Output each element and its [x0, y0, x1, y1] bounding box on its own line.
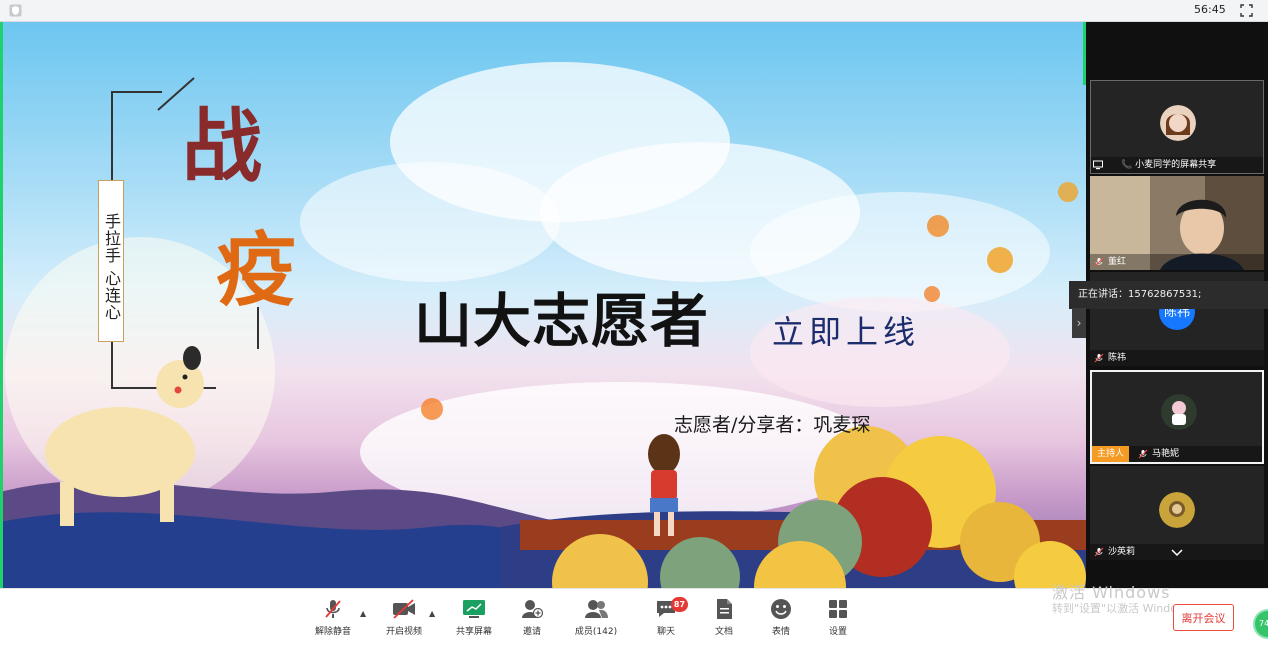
slide-char-zhan: 战: [182, 99, 262, 193]
slide-presenter: 志愿者/分享者：巩麦琛: [674, 414, 871, 436]
mic-muted-icon: [1094, 353, 1104, 363]
camera-off-icon: [393, 599, 415, 619]
mic-muted-icon: [1138, 449, 1148, 459]
host-badge: 主持人: [1092, 446, 1130, 462]
mic-muted-icon: [1094, 547, 1104, 557]
video-options-caret-icon[interactable]: ▲: [429, 609, 435, 618]
mic-options-caret-icon[interactable]: ▲: [360, 609, 366, 618]
shared-screen: 手拉手 心连心 战 疫 山大志愿者 立即上线 志愿者/分享者：巩麦琛: [0, 22, 1086, 588]
avatar: [1160, 105, 1196, 141]
avatar: [1161, 394, 1197, 430]
share-screen-icon: [463, 600, 485, 618]
chat-unread-badge: 87: [671, 597, 688, 612]
members-button[interactable]: 成员(142): [574, 598, 618, 642]
participant-tile[interactable]: 📞 小麦同学的屏幕共享: [1090, 80, 1264, 174]
share-screen-button[interactable]: 共享屏幕: [454, 598, 494, 642]
members-icon: [585, 600, 608, 618]
participant-name-label: 陈祎: [1090, 350, 1264, 366]
participant-name-label: 董红: [1090, 254, 1264, 270]
invite-button[interactable]: 邀请: [514, 598, 550, 642]
start-video-button[interactable]: 开启视频: [384, 598, 424, 642]
meeting-timer: 56:45: [1194, 3, 1226, 16]
slide-subtitle: 立即上线: [772, 313, 921, 351]
participant-name-label: 主持人 马艳妮: [1092, 446, 1262, 462]
emoji-button[interactable]: 表情: [765, 598, 797, 642]
top-bar: 56:45: [0, 0, 1268, 22]
smiley-icon: [771, 599, 791, 619]
participant-tile[interactable]: 董红: [1090, 176, 1264, 270]
speaking-indicator: 正在讲话：15762867531;: [1069, 281, 1268, 309]
fullscreen-icon[interactable]: [1240, 4, 1253, 17]
chevron-down-icon[interactable]: [1170, 548, 1184, 558]
mic-off-icon: [325, 600, 341, 618]
leave-meeting-button[interactable]: 离开会议: [1173, 604, 1234, 631]
share-border-bottom-left: [0, 560, 3, 588]
participant-tile[interactable]: 沙英莉: [1090, 466, 1264, 560]
docs-button[interactable]: 文档: [708, 598, 740, 642]
participant-tile-active[interactable]: 主持人 马艳妮: [1090, 370, 1264, 464]
shield-icon: [9, 4, 22, 17]
slogan-vertical: 手拉手 心连心: [98, 180, 124, 342]
add-user-icon: [522, 600, 544, 619]
unmute-button[interactable]: 解除静音: [313, 598, 353, 642]
collapse-panel-chevron-icon[interactable]: ›: [1072, 308, 1086, 338]
avatar: [1159, 492, 1195, 528]
participant-name-label: 📞 小麦同学的屏幕共享: [1091, 157, 1263, 173]
share-border-left: [0, 22, 3, 588]
screen-share-icon: [1093, 160, 1103, 170]
mic-muted-icon: [1094, 257, 1104, 267]
slide-title: 山大志愿者: [414, 287, 710, 355]
grid-settings-icon: [829, 600, 847, 618]
slide-char-yi: 疫: [216, 223, 296, 317]
document-icon: [717, 599, 732, 619]
settings-button[interactable]: 设置: [822, 598, 854, 642]
phone-icon: 📞: [1121, 160, 1133, 170]
